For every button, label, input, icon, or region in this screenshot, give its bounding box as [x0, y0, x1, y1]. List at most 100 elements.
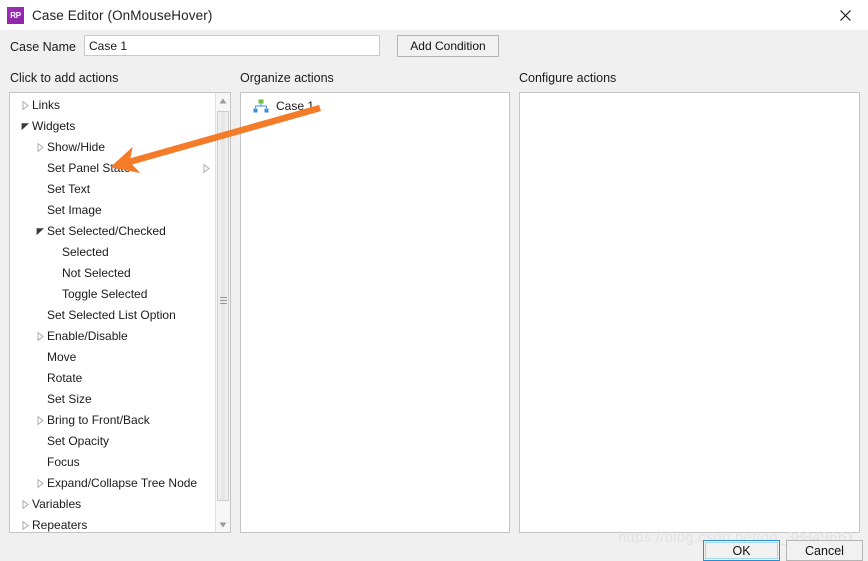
organize-actions-header: Organize actions [240, 71, 334, 85]
tree-item-label: Toggle Selected [62, 287, 148, 301]
triangle-down-icon [36, 228, 44, 236]
case-name-label: Case Name [10, 40, 76, 54]
tree-item-label: Enable/Disable [47, 329, 128, 343]
triangle-right-icon [37, 479, 44, 488]
sitemap-icon [253, 99, 269, 113]
configure-actions-header: Configure actions [519, 71, 617, 85]
tree-expand-icon[interactable] [18, 494, 32, 515]
tree-expand-icon[interactable] [18, 515, 32, 532]
tree-item-label: Move [47, 350, 77, 364]
tree-item-label: Variables [32, 497, 82, 511]
tree-item[interactable]: Bring to Front/Back [10, 410, 215, 431]
tree-item[interactable]: Set Selected List Option [10, 305, 215, 326]
organize-case-label: Case 1 [276, 99, 315, 113]
tree-item[interactable]: Widgets [10, 116, 215, 137]
tree-item[interactable]: Variables [10, 494, 215, 515]
organize-case-item[interactable]: Case 1 [253, 96, 314, 116]
actions-tree-panel: Links Widgets Show/Hide Set Panel State Set … [9, 92, 231, 533]
tree-item[interactable]: Move [10, 347, 215, 368]
configure-actions-panel[interactable] [519, 92, 860, 533]
tree-item-label: Set Opacity [47, 434, 110, 448]
tree-item[interactable]: Set Size [10, 389, 215, 410]
axure-rp-logo-icon: RP [7, 6, 24, 24]
tree-item[interactable]: Not Selected [10, 263, 215, 284]
scrollbar-thumb[interactable] [217, 111, 229, 501]
tree-item[interactable]: Set Selected/Checked [10, 221, 215, 242]
tree-item-label: Focus [47, 455, 80, 469]
tree-expand-icon[interactable] [33, 326, 47, 347]
tree-item[interactable]: Rotate [10, 368, 215, 389]
triangle-right-icon [203, 164, 210, 173]
tree-item-label: Set Image [47, 203, 102, 217]
tree-item[interactable]: Toggle Selected [10, 284, 215, 305]
title-bar: RP Case Editor (OnMouseHover) [0, 0, 868, 30]
organize-actions-panel: Case 1 [240, 92, 510, 533]
actions-tree[interactable]: Links Widgets Show/Hide Set Panel State Set … [10, 93, 215, 532]
tree-scrollbar[interactable] [215, 93, 230, 532]
tree-item-label: Set Selected List Option [47, 308, 176, 322]
tree-item[interactable]: Repeaters [10, 515, 215, 532]
submenu-chevron-icon[interactable] [203, 158, 210, 179]
triangle-right-icon [22, 500, 29, 509]
tree-item[interactable]: Set Image [10, 200, 215, 221]
tree-item-label: Set Panel State [47, 161, 131, 175]
scrollbar-grip-icon [220, 297, 227, 306]
close-button[interactable] [822, 0, 868, 30]
tree-item-label: Widgets [32, 119, 76, 133]
tree-item[interactable]: Selected [10, 242, 215, 263]
ok-button[interactable]: OK [703, 540, 780, 561]
triangle-right-icon [22, 521, 29, 530]
tree-item[interactable]: Focus [10, 452, 215, 473]
case-name-input[interactable] [84, 35, 380, 56]
tree-item-label: Repeaters [32, 518, 88, 532]
tree-item-label: Selected [62, 245, 109, 259]
triangle-right-icon [37, 416, 44, 425]
tree-item[interactable]: Set Opacity [10, 431, 215, 452]
tree-item-label: Show/Hide [47, 140, 106, 154]
triangle-right-icon [37, 332, 44, 341]
tree-expand-icon[interactable] [33, 410, 47, 431]
scroll-down-arrow-icon[interactable] [216, 517, 230, 532]
tree-collapse-icon[interactable] [33, 221, 47, 242]
tree-collapse-icon[interactable] [18, 116, 32, 137]
click-to-add-actions-header: Click to add actions [10, 71, 119, 85]
tree-item[interactable]: Enable/Disable [10, 326, 215, 347]
tree-item-label: Set Size [47, 392, 92, 406]
tree-item[interactable]: Expand/Collapse Tree Node [10, 473, 215, 494]
tree-item-label: Rotate [47, 371, 83, 385]
tree-item-label: Links [32, 98, 61, 112]
tree-item[interactable]: Set Panel State [10, 158, 215, 179]
tree-item-label: Set Selected/Checked [47, 224, 166, 238]
tree-item[interactable]: Links [10, 95, 215, 116]
close-icon [839, 9, 851, 21]
triangle-right-icon [37, 143, 44, 152]
tree-item[interactable]: Set Text [10, 179, 215, 200]
triangle-down-icon [21, 123, 29, 131]
tree-expand-icon[interactable] [18, 95, 32, 116]
tree-expand-icon[interactable] [33, 473, 47, 494]
tree-expand-icon[interactable] [33, 137, 47, 158]
cancel-button[interactable]: Cancel [786, 540, 863, 561]
tree-item-label: Not Selected [62, 266, 131, 280]
add-condition-button[interactable]: Add Condition [397, 35, 499, 57]
triangle-right-icon [22, 101, 29, 110]
chevron-up-icon [219, 98, 227, 103]
tree-item[interactable]: Show/Hide [10, 137, 215, 158]
chevron-down-icon [219, 522, 227, 527]
window-title: Case Editor (OnMouseHover) [32, 7, 213, 23]
tree-item-label: Set Text [47, 182, 91, 196]
tree-item-label: Bring to Front/Back [47, 413, 150, 427]
scroll-up-arrow-icon[interactable] [216, 93, 230, 108]
